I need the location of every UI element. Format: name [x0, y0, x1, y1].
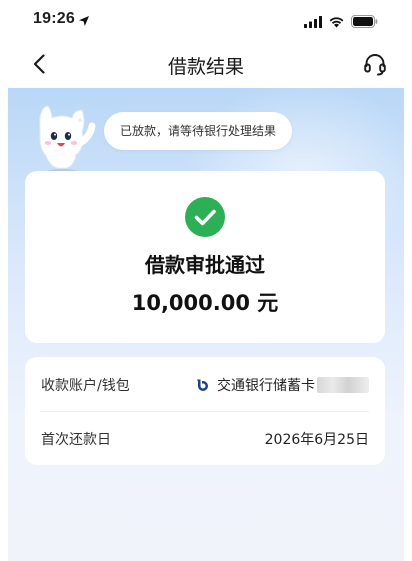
- battery-icon: [351, 13, 378, 32]
- cellular-signal-icon: [304, 13, 322, 32]
- first-repayment-date: 2026年6月25日: [264, 432, 369, 448]
- notice-bubble: 已放款，请等待银行处理结果: [104, 112, 293, 150]
- customer-service-button[interactable]: [362, 51, 388, 77]
- bank-name: 交通银行储蓄卡: [217, 378, 315, 394]
- receiving-account-value: 交通银行储蓄卡: [193, 375, 369, 395]
- loan-amount: 10,000.00 元: [131, 291, 279, 315]
- loan-details-card: 收款账户/钱包 交通银行储蓄卡 首次还款日 2026年6月25日: [25, 357, 385, 465]
- content-area: 已放款，请等待银行处理结果 借款审批通过 10,000.00 元 收款账户/钱包…: [8, 88, 404, 561]
- location-arrow-icon: [78, 12, 90, 31]
- receiving-account-row: 收款账户/钱包 交通银行储蓄卡: [41, 359, 369, 409]
- status-time: 19:26: [33, 10, 75, 27]
- bank-logo-icon: [193, 376, 211, 394]
- page-title: 借款结果: [167, 56, 244, 78]
- divider: [41, 411, 369, 412]
- headset-icon: [364, 54, 386, 76]
- mascot-illustration: [39, 105, 96, 175]
- receiving-account-label: 收款账户/钱包: [41, 378, 130, 394]
- first-repayment-row: 首次还款日 2026年6月25日: [41, 413, 369, 463]
- masked-card-number: [317, 377, 369, 393]
- status-bar: 19:26: [0, 0, 412, 40]
- nav-bar: 借款结果: [0, 40, 412, 88]
- result-card: 借款审批通过 10,000.00 元: [25, 171, 385, 343]
- first-repayment-label: 首次还款日: [41, 432, 111, 448]
- wifi-icon: [328, 13, 345, 32]
- result-title: 借款审批通过: [145, 253, 265, 277]
- check-circle-icon: [185, 197, 225, 237]
- status-icons: [304, 13, 378, 32]
